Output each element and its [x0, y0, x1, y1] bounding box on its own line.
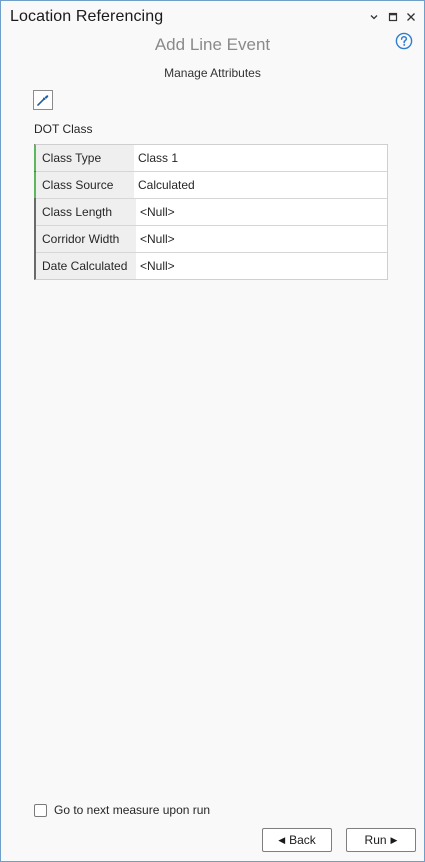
next-measure-label: Go to next measure upon run [54, 803, 211, 817]
pane-title: Location Referencing [10, 8, 164, 25]
attribute-value-field[interactable]: <Null> [136, 226, 387, 252]
pick-attributes-button[interactable] [33, 90, 53, 110]
maximize-icon[interactable] [385, 9, 401, 25]
section-title: Manage Attributes [164, 66, 261, 80]
table-row: Corridor Width <Null> [36, 226, 387, 253]
back-button-label: Back [289, 833, 316, 847]
triangle-right-icon: ▶ [390, 834, 398, 845]
triangle-left-icon: ◀ [278, 834, 286, 845]
table-row: Class Type Class 1 [34, 145, 387, 172]
attribute-name: Class Type [34, 145, 134, 171]
attribute-value-field[interactable]: <Null> [136, 253, 387, 279]
table-row: Class Source Calculated [34, 172, 387, 199]
run-button-label: Run [364, 833, 387, 847]
table-row: Class Length <Null> [36, 199, 387, 226]
close-icon[interactable] [403, 9, 419, 25]
next-measure-checkbox[interactable] [34, 803, 47, 817]
run-button[interactable]: Run ▶ [346, 828, 416, 852]
eyedropper-icon [36, 93, 50, 107]
table-row: Date Calculated <Null> [36, 253, 387, 279]
attribute-name: Date Calculated [36, 253, 136, 279]
group-label: DOT Class [34, 122, 93, 136]
attributes-table: Class Type Class 1 Class Source Calculat… [34, 144, 388, 280]
chevron-down-icon[interactable] [366, 9, 382, 25]
page-title: Add Line Event [154, 35, 271, 54]
location-referencing-pane: Location Referencing Add Line Event Mana… [0, 0, 425, 862]
back-button[interactable]: ◀ Back [262, 828, 332, 852]
attribute-value-field[interactable]: Class 1 [134, 145, 387, 171]
attribute-value-field[interactable]: <Null> [136, 199, 387, 225]
attribute-name: Class Length [36, 199, 136, 225]
help-circle-icon[interactable] [395, 32, 413, 50]
attribute-name: Class Source [34, 172, 134, 198]
attribute-value-field[interactable]: Calculated [134, 172, 387, 198]
attribute-name: Corridor Width [36, 226, 136, 252]
next-measure-option[interactable]: Go to next measure upon run [34, 803, 210, 817]
